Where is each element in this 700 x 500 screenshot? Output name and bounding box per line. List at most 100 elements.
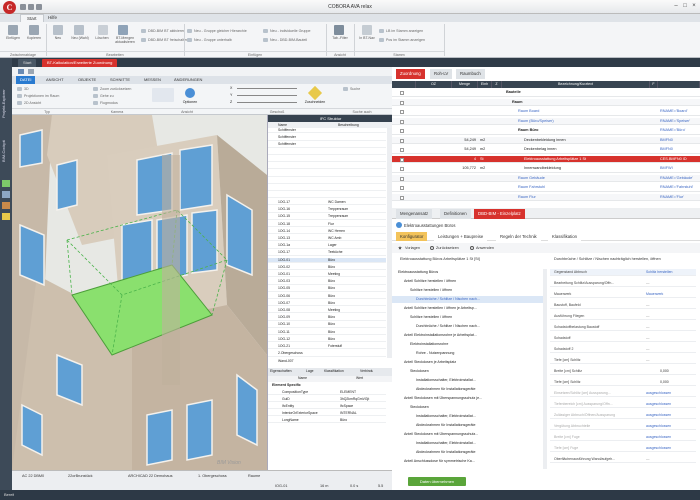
- new-group-below-item[interactable]: Neu - Gruppe unterhalb: [186, 37, 232, 43]
- rail-project-explorer[interactable]: Projekt-Explorer: [1, 68, 11, 118]
- zoom-reset-button[interactable]: Zoom zurücksetzen: [92, 86, 131, 92]
- config-prop-row[interactable]: Schadstoff 2 —: [550, 346, 696, 354]
- ifc-row[interactable]: [268, 150, 386, 155]
- viewer-tab-objekte[interactable]: OBJEKTE: [74, 76, 100, 84]
- show-lb-in-master-item[interactable]: LB im Stamm anzeigen: [378, 28, 423, 34]
- new-choice-button[interactable]: Neu (Wahl): [68, 24, 92, 46]
- grid-row[interactable]: 105,772 m2 Innenwandbekleidung BMFWI: [392, 165, 700, 173]
- ifc-row[interactable]: 1OG-12 Büro: [268, 337, 386, 343]
- close-icon[interactable]: ×: [690, 3, 698, 10]
- row-checkbox[interactable]: [400, 157, 404, 162]
- ifc-row[interactable]: 1OG-13 WC Amb: [268, 236, 386, 242]
- ifc-row[interactable]: 1OG-11 Büro: [268, 330, 386, 335]
- viewer-menu-icon[interactable]: [18, 69, 24, 74]
- ifc-row[interactable]: 1OG-17 Teeküche: [268, 250, 386, 256]
- ifc-row[interactable]: [268, 186, 386, 191]
- minimize-icon[interactable]: –: [672, 3, 680, 10]
- subtab-klassifikation[interactable]: Klassifikation: [548, 232, 582, 241]
- grid-row[interactable]: 54,249 m2 Deckenbekleidung innen BMFN0: [392, 136, 700, 145]
- projections-button[interactable]: Projektionen im Raum: [16, 93, 59, 99]
- update-quantities-button[interactable]: BT-Mengen aktualisieren: [112, 24, 138, 46]
- row-checkbox[interactable]: [400, 119, 404, 124]
- grid-col-bezeichnung[interactable]: Bezeichnung/Kurztext: [502, 81, 650, 88]
- new-individual-group-item[interactable]: Neu - individuelle Gruppe: [262, 28, 311, 34]
- ifc-row[interactable]: 1OG-06 Büro: [268, 294, 386, 299]
- ifc-row[interactable]: 2.Obergeschoss: [268, 351, 386, 357]
- new-group-same-item[interactable]: Neu - Gruppe gleicher Hierarchie: [186, 28, 247, 34]
- prop-tab-classification[interactable]: Klassifikation: [324, 369, 344, 373]
- row-checkbox[interactable]: [400, 176, 404, 181]
- grid-row[interactable]: Raum Board RNAME='Board': [392, 108, 700, 116]
- config-prop-row[interactable]: Tiefenbereich [cm] Aussparung/Offn... aus…: [550, 401, 696, 409]
- show-pos-in-master-item[interactable]: Pos im Stamm anzeigen: [378, 37, 425, 43]
- ifc-row[interactable]: Schiffenster: [268, 142, 386, 148]
- viewer-tab-messen[interactable]: MESSEN: [140, 76, 165, 84]
- config-prop-row[interactable]: Tiefe [cm] Schlitz —: [550, 357, 696, 365]
- 3d-viewport[interactable]: BIM Vision: [12, 115, 267, 470]
- grid-row[interactable]: Raum Gebäude RNAME='Gebäude': [392, 174, 700, 183]
- slider-x[interactable]: [237, 88, 297, 89]
- new-bim-element-item[interactable]: Neu - DBD-BIM-Bauteil: [262, 37, 307, 43]
- row-checkbox[interactable]: [400, 167, 404, 171]
- status-rooms[interactable]: Raume: [240, 472, 260, 480]
- grid-row[interactable]: Raum Flur RNAME='Flur': [392, 193, 700, 202]
- model-icon[interactable]: [2, 180, 10, 187]
- view-3d-button[interactable]: 3D: [16, 86, 29, 92]
- action-vorlagen[interactable]: Vorlagen: [405, 246, 420, 250]
- search-button[interactable]: Suche: [342, 86, 360, 92]
- tab-mengenansatz[interactable]: Mengenansatz: [396, 209, 433, 219]
- ifc-row[interactable]: 1OG-09 Büro: [268, 315, 386, 321]
- ifc-row[interactable]: [268, 164, 386, 170]
- viewer-tab-schnitte[interactable]: SCHNITTE: [106, 76, 134, 84]
- row-checkbox[interactable]: [400, 186, 404, 190]
- tab-raumbuch[interactable]: Raumbuch: [456, 69, 485, 79]
- grid-col-z[interactable]: Z: [492, 81, 502, 88]
- flymode-button[interactable]: Flugmodus: [92, 100, 118, 106]
- delete-button[interactable]: Löschen: [92, 24, 112, 46]
- config-prop-row[interactable]: Vergütung Abbruchteile ausgeschlossen: [550, 423, 696, 431]
- tab-hilfe[interactable]: Hilfe: [42, 14, 63, 22]
- doc-tab-start[interactable]: Start: [18, 59, 37, 67]
- ifc-row[interactable]: 1OG-05 Büro: [268, 286, 386, 292]
- ifc-row[interactable]: [268, 193, 386, 199]
- doc-tab-bt-kalkulation[interactable]: BT-Kalkulation/Erweiterte Zuordnung: [42, 59, 118, 67]
- folder-icon[interactable]: [2, 213, 10, 220]
- view-2d-button[interactable]: 2D Ansicht: [16, 100, 41, 106]
- rail-bim-cockpit[interactable]: BIM-Cockpit: [1, 122, 11, 162]
- activate-bim-item[interactable]: DBD-BIM BT aktivieren: [140, 28, 185, 34]
- config-prop-row[interactable]: Schadstoffbelastung Baustoff —: [550, 324, 696, 332]
- ifc-row[interactable]: 1OG-10 Büro: [268, 322, 386, 328]
- config-prop-row[interactable]: Tiefe [cm] Schlitz 0,000: [550, 379, 696, 387]
- table-filter-button[interactable]: Tab.-Filter: [328, 24, 352, 46]
- ifc-footer-row[interactable]: Wand-007: [278, 359, 294, 363]
- clip-button[interactable]: Zuschneiden: [302, 85, 328, 108]
- ifc-row[interactable]: [268, 178, 386, 184]
- config-prop-row[interactable]: Mauerwerk Mauerwerk: [550, 291, 696, 299]
- grid-row[interactable]: 54,249 m2 Deckenbelag innen BMFN0: [392, 146, 700, 154]
- slider-z[interactable]: [237, 102, 297, 103]
- maximize-icon[interactable]: □: [681, 3, 689, 10]
- grid-col-einh[interactable]: Einh: [478, 81, 492, 88]
- grid-col-extra[interactable]: [658, 81, 700, 88]
- subtab-regeln[interactable]: Regeln der Technik: [496, 232, 541, 241]
- tab-dbd-bim[interactable]: DBD-BIM - Einzelplatz: [474, 209, 525, 219]
- row-checkbox[interactable]: [400, 100, 404, 105]
- ifc-row[interactable]: 1OG-14 WC Herren: [268, 229, 386, 235]
- copy-button[interactable]: Kopieren: [23, 24, 45, 46]
- config-prop-row[interactable]: Gegenstand Abbruch Schlitz herstellen: [550, 269, 696, 277]
- ifc-row[interactable]: 1OG-07 Büro: [268, 301, 386, 307]
- subtab-leistungen[interactable]: Leistungen + Baupreise: [434, 232, 488, 241]
- goto-button[interactable]: Gehe zu: [92, 93, 114, 99]
- action-zuruecksetzen[interactable]: Zurücksetzen: [436, 246, 459, 250]
- apply-data-button[interactable]: Daten übernehmen: [408, 477, 466, 486]
- grid-row[interactable]: Raum Büro RNAME='Büro': [392, 127, 700, 135]
- subtab-konfigurator[interactable]: Konfigurator: [396, 232, 428, 241]
- viewer-tab-datei[interactable]: DATEI: [16, 76, 36, 84]
- unlock-bim-item[interactable]: DBD-BIM BT freischalten: [140, 37, 188, 43]
- slider-y[interactable]: [237, 95, 297, 96]
- grid-row[interactable]: Raum (Büro/Speiser) RNAME='Speiser': [392, 117, 700, 126]
- config-prop-row[interactable]: Einsetzen/Schlitz [cm] Aussparung... ausg…: [550, 390, 696, 398]
- ifc-row[interactable]: 1OG-01 Meeting: [268, 272, 386, 278]
- row-checkbox[interactable]: [400, 129, 404, 133]
- viewer-tab-ansicht[interactable]: ANSICHT: [42, 76, 68, 84]
